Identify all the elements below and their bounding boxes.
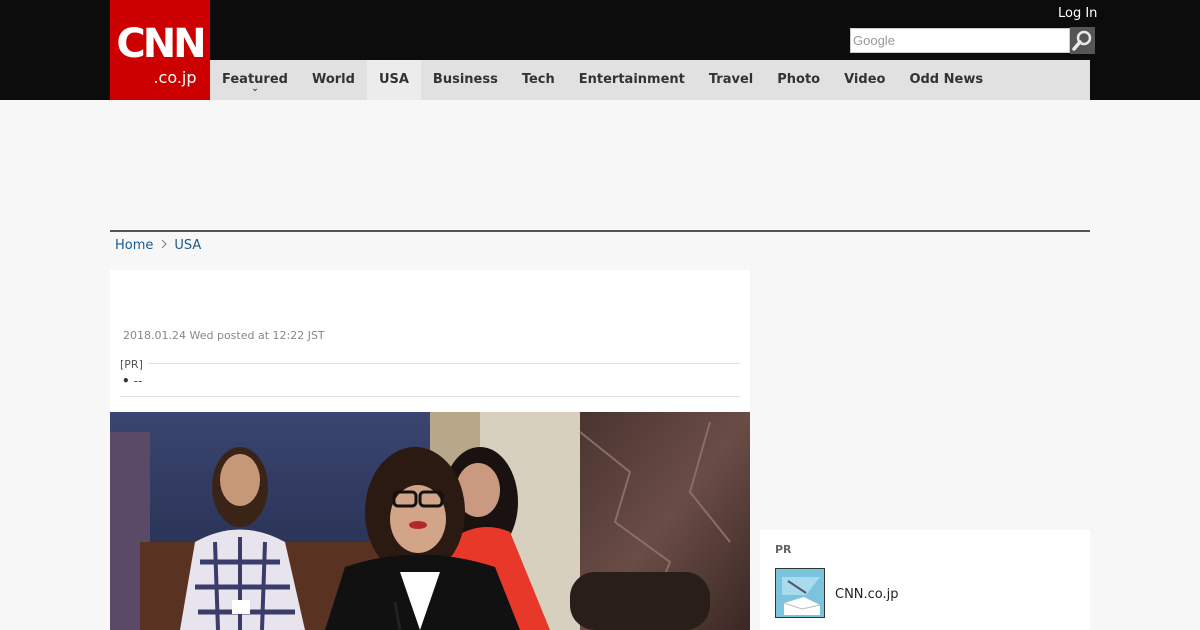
divider <box>120 396 740 397</box>
bullet: • <box>122 374 130 388</box>
nav-item-tech[interactable]: Tech <box>510 60 567 100</box>
nav-item-odd-news[interactable]: Odd News <box>897 60 995 100</box>
posted-timestamp: 2018.01.24 Wed posted at 12:22 JST <box>123 329 325 342</box>
breadcrumb: Home USA <box>115 238 201 253</box>
login-link[interactable]: Log In <box>1058 6 1097 21</box>
search-button[interactable] <box>1070 27 1095 54</box>
logo-sub-text: .co.jp <box>153 68 197 87</box>
nav-item-video[interactable]: Video <box>832 60 897 100</box>
header-bar: CNN .co.jp Log In Google Featured ⌄ Worl… <box>0 0 1200 100</box>
sidebar-item-name[interactable]: CNN.co.jp <box>835 587 899 602</box>
cnn-logo[interactable]: CNN .co.jp <box>110 0 210 100</box>
article-photo <box>110 412 750 630</box>
chevron-down-icon: ⌄ <box>251 84 259 94</box>
nav-item-business[interactable]: Business <box>421 60 510 100</box>
nav-item-travel[interactable]: Travel <box>697 60 765 100</box>
section-divider <box>110 230 1090 232</box>
sidebar-pr-heading: PR <box>775 543 792 556</box>
main-nav: Featured ⌄ World USA Business Tech Enter… <box>210 60 1090 100</box>
breadcrumb-home[interactable]: Home <box>115 238 153 253</box>
pr-link-row: • -- <box>122 374 142 388</box>
nav-item-world[interactable]: World <box>300 60 367 100</box>
logo-main-text: CNN <box>116 21 206 67</box>
cnn-app-thumbnail[interactable] <box>775 568 825 618</box>
nav-item-photo[interactable]: Photo <box>765 60 832 100</box>
pr-label: [PR] <box>120 358 143 371</box>
chevron-right-icon <box>161 238 168 253</box>
search-icon <box>1072 30 1092 51</box>
breadcrumb-current[interactable]: USA <box>174 238 201 253</box>
search-input[interactable]: Google <box>850 28 1070 53</box>
pr-link[interactable]: -- <box>134 374 143 388</box>
nav-item-entertainment[interactable]: Entertainment <box>567 60 697 100</box>
nav-item-featured[interactable]: Featured ⌄ <box>210 60 300 100</box>
divider <box>148 363 740 364</box>
sidebar-pr-card: PR CNN.co.jp <box>760 530 1090 630</box>
nav-item-usa[interactable]: USA <box>366 60 421 100</box>
article-card: 2018.01.24 Wed posted at 12:22 JST [PR] … <box>110 270 750 630</box>
